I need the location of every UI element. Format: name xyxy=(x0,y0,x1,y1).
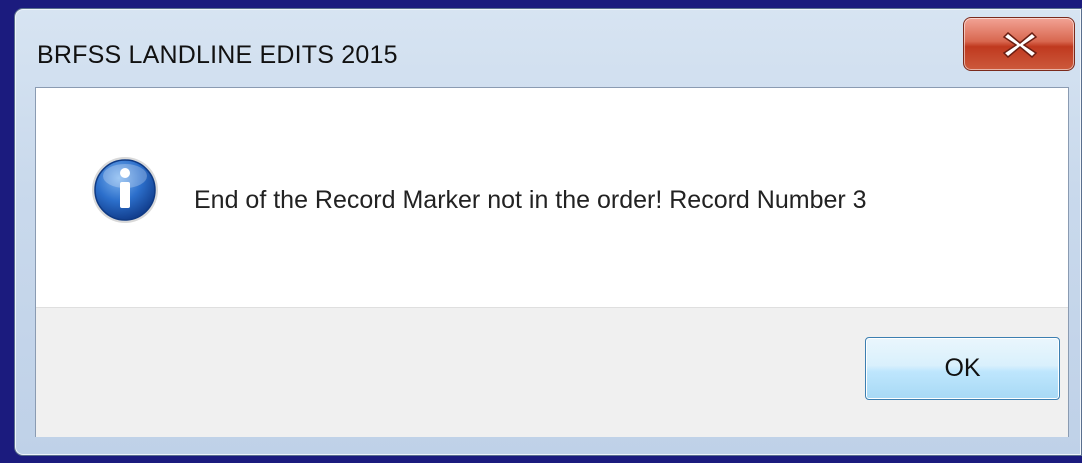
close-button[interactable] xyxy=(963,17,1075,71)
dialog-footer: OK xyxy=(36,307,1068,437)
dialog-content: End of the Record Marker not in the orde… xyxy=(35,87,1069,437)
message-dialog: BRFSS LANDLINE EDITS 2015 End of the Rec… xyxy=(14,8,1082,456)
ok-button[interactable]: OK xyxy=(865,337,1060,400)
message-area: End of the Record Marker not in the orde… xyxy=(36,88,1068,307)
close-icon xyxy=(1002,31,1038,59)
dialog-message: End of the Record Marker not in the orde… xyxy=(194,186,867,214)
dialog-title: BRFSS LANDLINE EDITS 2015 xyxy=(37,41,398,69)
info-icon xyxy=(92,157,158,223)
